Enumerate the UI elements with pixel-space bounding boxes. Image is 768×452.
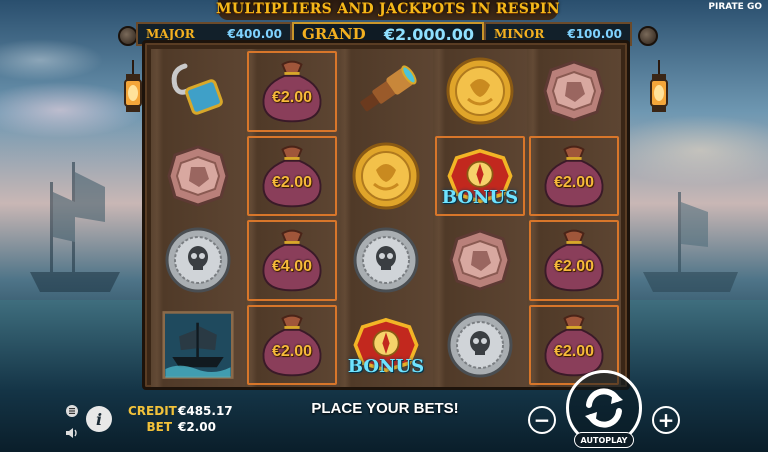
decrease-bet-button[interactable]: − <box>528 406 556 434</box>
increase-bet-button[interactable]: + <box>652 406 680 434</box>
gold-coin-icon <box>350 140 422 212</box>
copper-coin-icon <box>444 224 516 296</box>
info-button[interactable]: i <box>86 406 112 432</box>
silver-coin-icon <box>350 224 422 296</box>
reel-cell <box>339 218 433 303</box>
silver-coin-icon <box>444 309 516 381</box>
reel-cell <box>339 134 433 219</box>
reel-cell <box>151 134 245 219</box>
spyglass-icon <box>350 55 422 127</box>
reel-cell <box>433 303 527 388</box>
reel-cell <box>527 49 621 134</box>
hook-icon <box>162 55 234 127</box>
reel-cell <box>339 49 433 134</box>
reel-grid: €2.00 €2.00 BONUS €2.00 €4.00 €2.00 €2.00 BONUS… <box>151 49 621 387</box>
autoplay-button[interactable]: AUTOPLAY <box>574 432 634 448</box>
bonus-label: BONUS <box>347 356 425 377</box>
reel-cell: €2.00 <box>245 303 339 388</box>
reel-cell: €2.00 <box>527 218 621 303</box>
gold-coin-icon <box>444 55 516 127</box>
jackpot-major-label: MAJOR <box>146 27 195 41</box>
reel-cell <box>151 303 245 388</box>
bag-value-label: €2.00 <box>271 89 313 107</box>
bonus-label: BONUS <box>441 187 519 208</box>
background-ship-right <box>643 192 738 292</box>
reel-cell: €4.00 <box>245 218 339 303</box>
game-stage: PIRATE GO MULTIPLIERS AND JACKPOTS IN RE… <box>0 0 768 452</box>
credit-label: CREDIT <box>128 404 177 418</box>
bet-label: BET <box>146 420 172 434</box>
jackpot-major-value: €400.00 <box>227 27 282 41</box>
copper-coin-icon <box>538 55 610 127</box>
background-ship-left <box>30 162 120 292</box>
copper-coin-icon <box>162 140 234 212</box>
reel-cell <box>151 218 245 303</box>
spin-arrows-icon <box>585 388 623 428</box>
reel-frame: €2.00 €2.00 BONUS €2.00 €4.00 €2.00 €2.00 BONUS… <box>142 40 630 390</box>
jackpot-minor-value: €100.00 <box>567 27 622 41</box>
bag-value-label: €4.00 <box>271 258 313 276</box>
reel-cell <box>433 218 527 303</box>
jackpot-minor-label: MINOR <box>494 27 545 41</box>
status-message: PLACE YOUR BETS! <box>311 400 459 417</box>
bag-value-label: €2.00 <box>553 173 595 191</box>
reel-cell: BONUS <box>433 134 527 219</box>
sound-icon[interactable] <box>64 426 80 440</box>
lantern-icon-left <box>124 60 142 112</box>
bag-value-label: €2.00 <box>271 342 313 360</box>
right-knob <box>638 26 658 46</box>
reel-cell: €2.00 <box>245 134 339 219</box>
credit-value: €485.17 <box>178 404 233 418</box>
info-icon: i <box>95 409 103 429</box>
reel-cell: €2.00 <box>245 49 339 134</box>
bet-display: BET €2.00 <box>128 420 216 434</box>
minus-icon: − <box>533 408 551 432</box>
reel-cell <box>433 49 527 134</box>
menu-icon[interactable] <box>64 404 80 418</box>
bag-value-label: €2.00 <box>271 173 313 191</box>
bag-value-label: €2.00 <box>553 258 595 276</box>
bet-value: €2.00 <box>178 420 216 434</box>
brand-label: PIRATE GO <box>708 2 762 12</box>
left-knob <box>118 26 138 46</box>
bag-value-label: €2.00 <box>553 342 595 360</box>
ship-card-icon <box>162 309 234 381</box>
feature-title: MULTIPLIERS AND JACKPOTS IN RESPIN <box>216 1 560 17</box>
reel-cell: €2.00 <box>527 134 621 219</box>
control-bar: i CREDIT€485.17 BET €2.00 PLACE YOUR BETS… <box>0 370 768 452</box>
plus-icon: + <box>657 408 675 432</box>
reel-cell <box>151 49 245 134</box>
reel-cell: BONUS <box>339 303 433 388</box>
lantern-icon-right <box>650 60 668 112</box>
silver-coin-icon <box>162 224 234 296</box>
credit-display: CREDIT€485.17 <box>128 404 233 418</box>
